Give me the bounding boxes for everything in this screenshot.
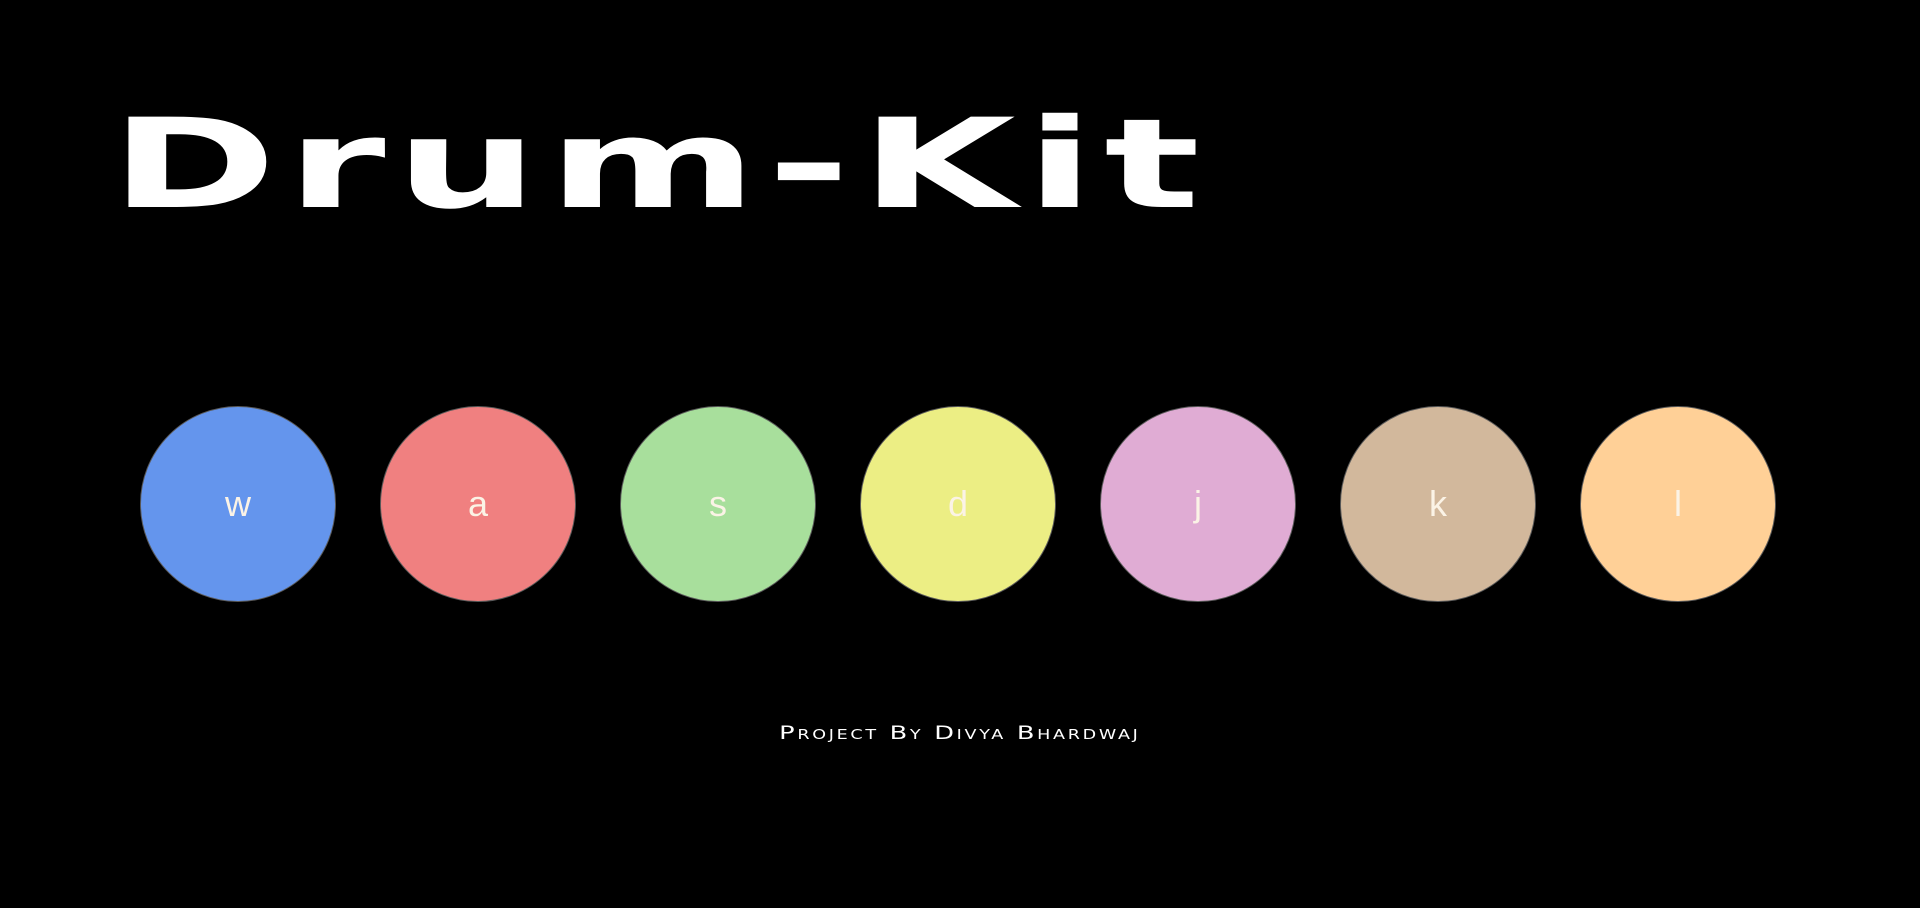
footer-credit: Project By Divya Bhardwaj: [779, 722, 1141, 744]
drum-pad-label: k: [1429, 483, 1447, 524]
page-title-text: Drum-Kit: [110, 93, 1210, 237]
drum-pad-label: d: [947, 483, 969, 524]
drum-pad-a[interactable]: a: [380, 406, 576, 602]
drum-pad-label: a: [467, 483, 489, 524]
drum-pad-label: j: [1194, 483, 1202, 524]
drum-pad-w[interactable]: w: [140, 406, 336, 602]
drum-pad-s[interactable]: s: [620, 406, 816, 602]
drum-pad-j[interactable]: j: [1100, 406, 1296, 602]
drum-pad-row: w a s d j k l: [140, 406, 1780, 604]
drum-pad-label: s: [709, 483, 727, 524]
drum-pad-l[interactable]: l: [1580, 406, 1776, 602]
drum-kit-page: Drum-Kit w a s d j k l Project By Divya …: [0, 0, 1920, 908]
drum-pad-k[interactable]: k: [1340, 406, 1536, 602]
drum-pad-label: l: [1674, 483, 1682, 524]
page-title: Drum-Kit: [110, 70, 1260, 260]
footer: Project By Divya Bhardwaj: [0, 722, 1920, 744]
drum-pad-label: w: [225, 483, 251, 524]
drum-pad-d[interactable]: d: [860, 406, 1056, 602]
